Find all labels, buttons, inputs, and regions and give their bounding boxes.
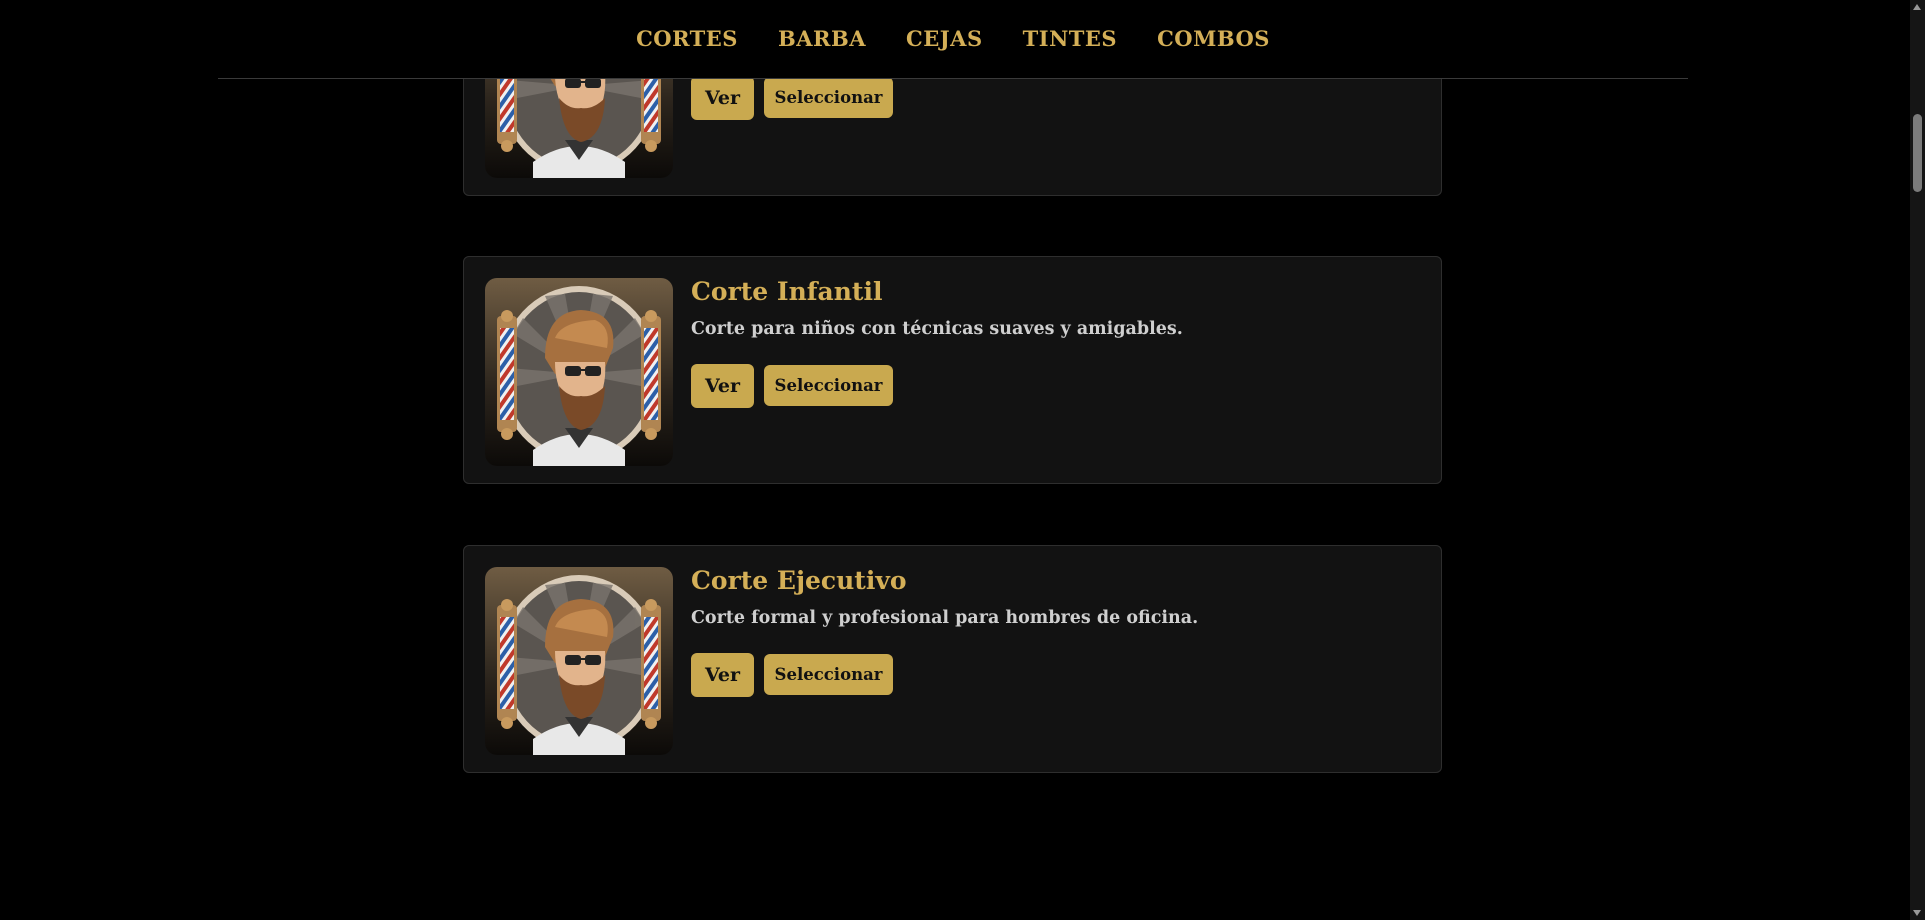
select-button[interactable]: Seleccionar [764, 654, 893, 695]
nav-item-barba[interactable]: BARBA [778, 26, 866, 51]
arrow-up-icon[interactable] [1913, 4, 1921, 10]
nav-item-combos[interactable]: COMBOS [1157, 26, 1270, 51]
nav-item-cejas[interactable]: CEJAS [906, 26, 983, 51]
select-button[interactable]: Seleccionar [764, 77, 893, 118]
view-button[interactable]: Ver [691, 76, 754, 120]
service-actions: Ver Seleccionar [691, 364, 893, 408]
view-button[interactable]: Ver [691, 653, 754, 697]
barber-logo-icon [485, 278, 673, 466]
service-actions: Ver Seleccionar [691, 653, 893, 697]
service-card: Corte Infantil Corte para niños con técn… [463, 256, 1442, 484]
page-scrollbar[interactable] [1910, 0, 1925, 920]
service-card: Corte Ejecutivo Corte formal y profesion… [463, 545, 1442, 773]
arrow-down-icon[interactable] [1913, 910, 1921, 916]
barber-logo-icon [485, 567, 673, 755]
service-title: Corte Infantil [691, 277, 883, 306]
scrollbar-thumb[interactable] [1913, 114, 1922, 192]
service-title: Corte Ejecutivo [691, 566, 907, 595]
nav-item-cortes[interactable]: CORTES [636, 26, 738, 51]
category-menu: CORTES BARBA CEJAS TINTES COMBOS [218, 26, 1688, 51]
view-button[interactable]: Ver [691, 364, 754, 408]
select-button[interactable]: Seleccionar [764, 365, 893, 406]
service-description: Corte para niños con técnicas suaves y a… [691, 319, 1183, 339]
top-navigation: CORTES BARBA CEJAS TINTES COMBOS [218, 0, 1688, 79]
nav-item-tintes[interactable]: TINTES [1023, 26, 1117, 51]
service-actions: Ver Seleccionar [691, 76, 893, 120]
service-description: Corte formal y profesional para hombres … [691, 608, 1199, 628]
